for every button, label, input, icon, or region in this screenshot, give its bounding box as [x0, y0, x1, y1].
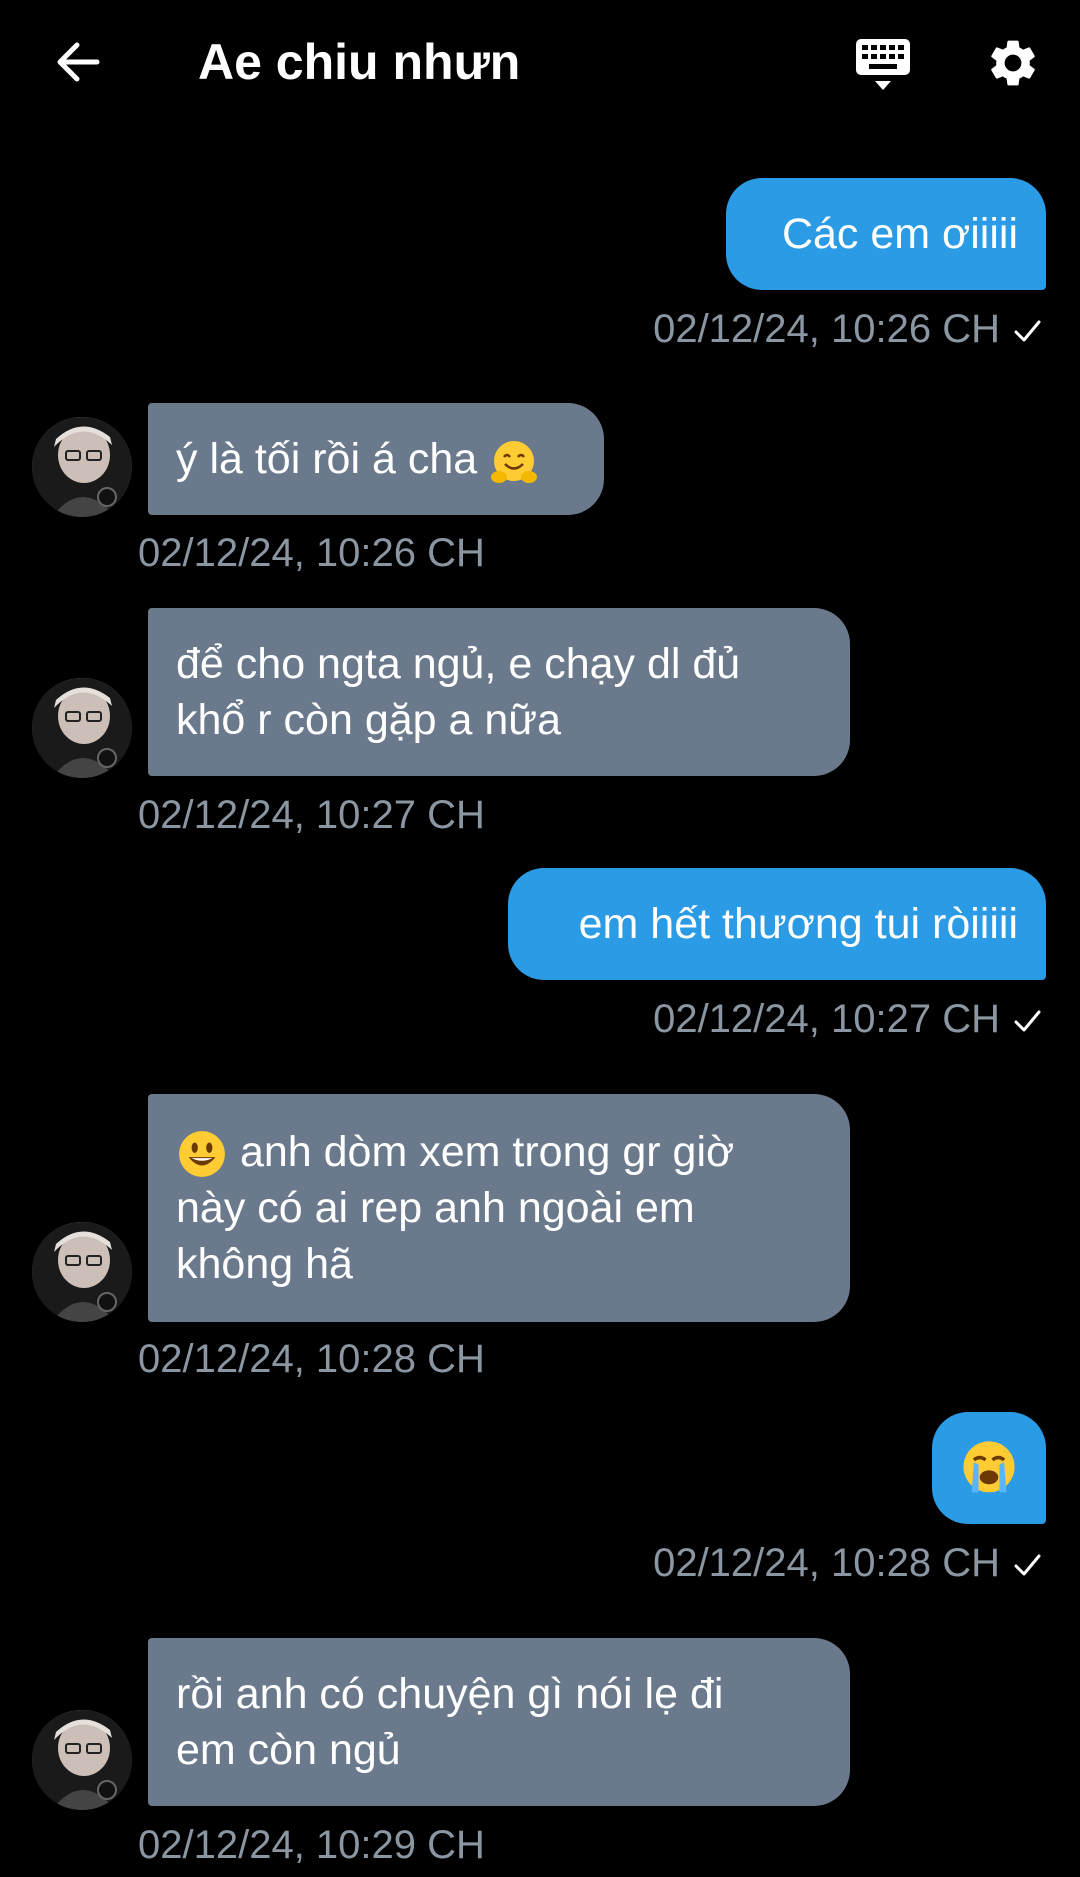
avatar-photo — [32, 417, 132, 517]
avatar[interactable] — [32, 1710, 132, 1810]
message-bubble-outgoing[interactable] — [932, 1412, 1046, 1524]
avatar[interactable] — [32, 678, 132, 778]
settings-button[interactable] — [978, 28, 1048, 98]
message-text: không hã — [176, 1240, 353, 1289]
chat-title: Ae chiu nhưn — [198, 34, 521, 90]
back-button[interactable] — [46, 30, 110, 94]
message-bubble-incoming[interactable]: anh dòm xem trong gr giờ này có ai rep a… — [148, 1094, 850, 1322]
hugging-face-emoji — [491, 440, 538, 483]
message-text: để cho ngta ngủ, e chạy dl đủ — [176, 640, 741, 688]
chat-header: Ae chiu nhưn — [0, 0, 1080, 130]
keyboard-button[interactable] — [848, 30, 918, 100]
arrow-left-icon — [57, 42, 100, 82]
avatar[interactable] — [32, 1222, 132, 1322]
avatar-photo — [32, 1222, 132, 1322]
message-timestamp: 02/12/24, 10:28 CH — [653, 1538, 1042, 1588]
avatar[interactable] — [32, 417, 132, 517]
checkmark-icon — [1014, 320, 1041, 342]
message-timestamp: 02/12/24, 10:28 CH — [138, 1337, 485, 1381]
message-timestamp: 02/12/24, 10:26 CH — [138, 531, 485, 575]
checkmark-icon — [1014, 1010, 1041, 1032]
message-bubble-incoming[interactable]: ý là tối rồi á cha — [148, 403, 604, 515]
message-bubble-outgoing[interactable]: Các em ơiiiii — [726, 178, 1046, 290]
message-text: khổ r còn gặp a nữa — [176, 696, 561, 744]
message-bubble-incoming[interactable]: rồi anh có chuyện gì nói lẹ đi em còn ng… — [148, 1638, 850, 1806]
message-timestamp: 02/12/24, 10:27 CH — [138, 793, 485, 837]
message-timestamp: 02/12/24, 10:29 CH — [138, 1823, 485, 1867]
message-bubble-incoming[interactable]: để cho ngta ngủ, e chạy dl đủ khổ r còn … — [148, 608, 850, 776]
message-text: Các em ơiiiii — [781, 210, 1018, 258]
avatar-photo — [32, 1710, 132, 1810]
message-text: em còn ngủ — [176, 1726, 401, 1774]
message-timestamp: 02/12/24, 10:27 CH — [653, 994, 1042, 1044]
avatar-photo — [32, 678, 132, 778]
message-text: em hết thương tui ròiiiii — [578, 900, 1018, 948]
keyboard-icon — [856, 39, 910, 90]
message-bubble-outgoing[interactable]: em hết thương tui ròiiiii — [508, 868, 1046, 980]
gear-icon — [991, 40, 1035, 86]
message-text: rồi anh có chuyện gì nói lẹ đi — [176, 1670, 724, 1718]
message-text: ý là tối rồi á cha — [176, 431, 576, 487]
checkmark-icon — [1014, 1554, 1041, 1576]
message-text: anh dòm xem trong gr giờ — [176, 1124, 822, 1181]
grinning-face-emoji — [179, 1131, 225, 1178]
message-timestamp: 02/12/24, 10:26 CH — [653, 304, 1042, 354]
message-text: này có ai rep anh ngoài em — [176, 1184, 695, 1233]
loudly-crying-face-emoji — [963, 1441, 1015, 1493]
